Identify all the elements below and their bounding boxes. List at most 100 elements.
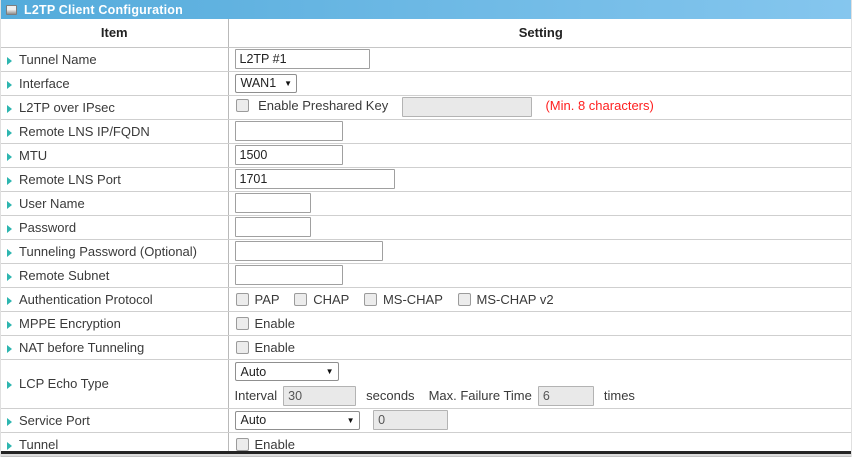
table-row: User Name	[1, 191, 852, 215]
chap-checkbox[interactable]	[294, 293, 307, 306]
arrow-bullet-icon	[7, 345, 12, 353]
interface-select-value: WAN1	[241, 76, 277, 90]
tunneling-password-input[interactable]	[235, 241, 383, 261]
row-label-remote-lns-port: Remote LNS Port	[19, 172, 121, 187]
ms-chap-label: MS-CHAP	[383, 292, 443, 307]
auth-option-ms-chap: MS-CHAP	[363, 292, 443, 307]
page-title: L2TP Client Configuration	[24, 3, 183, 17]
table-row: Service Port Auto ▼	[1, 408, 852, 432]
mppe-enable-label: Enable	[255, 316, 295, 331]
nat-enable-checkbox[interactable]	[236, 341, 249, 354]
ms-chap-v2-checkbox[interactable]	[458, 293, 471, 306]
row-label-l2tp-over-ipsec: L2TP over IPsec	[19, 100, 115, 115]
row-label-service-port: Service Port	[19, 413, 90, 428]
interface-select[interactable]: WAN1 ▼	[235, 74, 297, 93]
interval-label: Interval	[235, 388, 278, 403]
l2tp-client-configuration-panel: L2TP Client Configuration Item Setting T…	[0, 0, 852, 457]
preshared-key-enable-label: Enable Preshared Key	[258, 98, 388, 113]
remote-lns-port-input[interactable]	[235, 169, 395, 189]
row-label-interface: Interface	[19, 76, 70, 91]
arrow-bullet-icon	[7, 321, 12, 329]
row-label-mppe: MPPE Encryption	[19, 316, 121, 331]
next-section-top-edge	[1, 451, 851, 457]
lcp-echo-type-select-value: Auto	[241, 365, 267, 379]
table-row: Authentication Protocol PAP CHAP MS-CHAP…	[1, 287, 852, 311]
table-row: NAT before Tunneling Enable	[1, 335, 852, 359]
arrow-bullet-icon	[7, 153, 12, 161]
arrow-bullet-icon	[7, 201, 12, 209]
mtu-input[interactable]	[235, 145, 343, 165]
arrow-bullet-icon	[7, 442, 12, 450]
row-label-nat: NAT before Tunneling	[19, 340, 144, 355]
arrow-bullet-icon	[7, 105, 12, 113]
table-row: Tunneling Password (Optional)	[1, 239, 852, 263]
arrow-bullet-icon	[7, 81, 12, 89]
table-row: Tunnel Name	[1, 47, 852, 71]
max-failure-time-input[interactable]	[538, 386, 594, 406]
table-row: Password	[1, 215, 852, 239]
arrow-bullet-icon	[7, 225, 12, 233]
table-row: Interface WAN1 ▼	[1, 71, 852, 95]
failure-unit-label: times	[604, 388, 635, 403]
column-header-item: Item	[1, 19, 228, 47]
table-row: Remote LNS Port	[1, 167, 852, 191]
chevron-down-icon: ▼	[284, 79, 292, 88]
tunnel-enable-label: Enable	[255, 437, 295, 452]
arrow-bullet-icon	[7, 129, 12, 137]
interval-input[interactable]	[283, 386, 356, 406]
arrow-bullet-icon	[7, 381, 12, 389]
row-label-lcp-echo: LCP Echo Type	[19, 376, 109, 391]
pap-label: PAP	[255, 292, 280, 307]
service-port-number-input[interactable]	[373, 410, 448, 430]
table-header-row: Item Setting	[1, 19, 852, 47]
section-title-bar: L2TP Client Configuration	[1, 0, 851, 19]
pap-checkbox[interactable]	[236, 293, 249, 306]
service-port-select-value: Auto	[241, 413, 267, 427]
row-label-mtu: MTU	[19, 148, 47, 163]
mppe-enable-checkbox[interactable]	[236, 317, 249, 330]
ms-chap-v2-label: MS-CHAP v2	[477, 292, 554, 307]
remote-subnet-input[interactable]	[235, 265, 343, 285]
preshared-key-enable-checkbox[interactable]	[236, 99, 249, 112]
row-label-user-name: User Name	[19, 196, 85, 211]
service-port-select[interactable]: Auto ▼	[235, 411, 360, 430]
row-label-remote-subnet: Remote Subnet	[19, 268, 109, 283]
column-header-setting: Setting	[228, 19, 852, 47]
ms-chap-checkbox[interactable]	[364, 293, 377, 306]
preshared-key-input[interactable]	[402, 97, 532, 117]
tunnel-enable-checkbox[interactable]	[236, 438, 249, 451]
table-row: LCP Echo Type Auto ▼ Interval seconds Ma…	[1, 359, 852, 408]
row-label-remote-lns-ip: Remote LNS IP/FQDN	[19, 124, 150, 139]
row-label-auth-protocol: Authentication Protocol	[19, 292, 153, 307]
arrow-bullet-icon	[7, 177, 12, 185]
table-row: Remote Subnet	[1, 263, 852, 287]
table-row: MTU	[1, 143, 852, 167]
table-row: MPPE Encryption Enable	[1, 311, 852, 335]
lcp-echo-type-select[interactable]: Auto ▼	[235, 362, 339, 381]
arrow-bullet-icon	[7, 249, 12, 257]
remote-lns-ip-input[interactable]	[235, 121, 343, 141]
preshared-key-hint: (Min. 8 characters)	[545, 98, 653, 113]
nat-enable-label: Enable	[255, 340, 295, 355]
arrow-bullet-icon	[7, 418, 12, 426]
password-input[interactable]	[235, 217, 311, 237]
auth-option-chap: CHAP	[293, 292, 349, 307]
tunnel-name-input[interactable]	[235, 49, 370, 69]
row-label-tunnel-name: Tunnel Name	[19, 52, 97, 67]
table-row: L2TP over IPsec Enable Preshared Key (Mi…	[1, 95, 852, 119]
arrow-bullet-icon	[7, 297, 12, 305]
collapse-window-icon[interactable]	[6, 5, 17, 15]
max-failure-time-label: Max. Failure Time	[429, 388, 532, 403]
user-name-input[interactable]	[235, 193, 311, 213]
config-table: Item Setting Tunnel Name Interface WAN1 …	[1, 19, 852, 457]
auth-option-pap: PAP	[235, 292, 280, 307]
chevron-down-icon: ▼	[326, 367, 334, 376]
row-label-tunnel: Tunnel	[19, 437, 58, 452]
arrow-bullet-icon	[7, 57, 12, 65]
row-label-password: Password	[19, 220, 76, 235]
table-row: Remote LNS IP/FQDN	[1, 119, 852, 143]
row-label-tunneling-password: Tunneling Password (Optional)	[19, 244, 197, 259]
arrow-bullet-icon	[7, 273, 12, 281]
chevron-down-icon: ▼	[347, 416, 355, 425]
chap-label: CHAP	[313, 292, 349, 307]
